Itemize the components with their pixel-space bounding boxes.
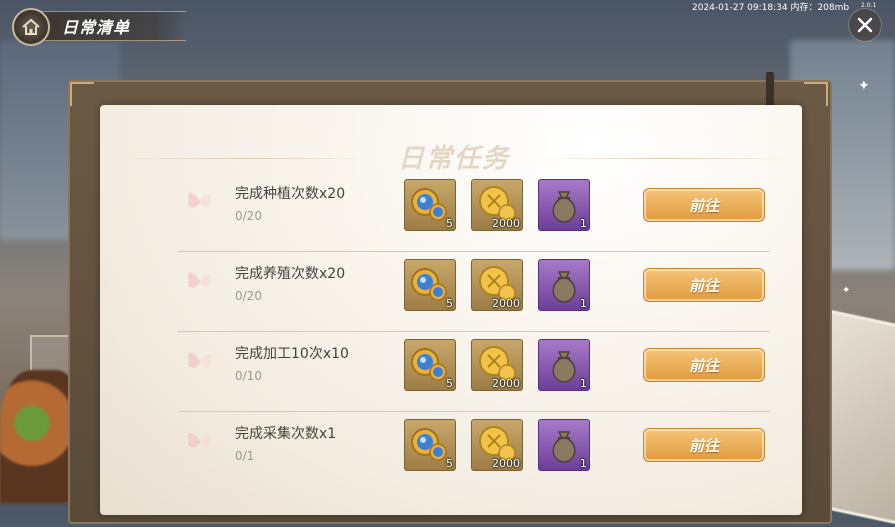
go-button-label: 前往 — [688, 356, 719, 375]
go-button[interactable]: 前往 — [643, 188, 765, 222]
go-button-label: 前往 — [688, 276, 719, 295]
reward-slot[interactable]: 1 — [538, 339, 590, 391]
reward-quantity: 1 — [580, 457, 587, 470]
reward-quantity: 2000 — [492, 457, 520, 470]
reward-slot[interactable]: 5 — [404, 259, 456, 311]
reward-quantity: 5 — [446, 217, 453, 230]
reward-quantity: 1 — [580, 217, 587, 230]
task-row: 完成采集次数x1 0/1 5 2000 1 前往 — [178, 412, 770, 491]
reward-quantity: 2000 — [492, 297, 520, 310]
butterfly-icon — [187, 272, 211, 288]
reward-slot[interactable]: 1 — [538, 259, 590, 311]
go-button-label: 前往 — [688, 436, 719, 455]
reward-quantity: 5 — [446, 377, 453, 390]
butterfly-icon — [187, 192, 211, 208]
reward-quantity: 2000 — [492, 377, 520, 390]
reward-slot[interactable]: 2000 — [471, 259, 523, 311]
board-corner-ornament — [70, 82, 94, 106]
go-button[interactable]: 前往 — [643, 348, 765, 382]
reward-slot[interactable]: 1 — [538, 179, 590, 231]
reward-quantity: 2000 — [492, 217, 520, 230]
task-title: 完成养殖次数x20 — [235, 266, 346, 282]
header-ornament — [540, 158, 790, 159]
butterfly-icon — [187, 432, 211, 448]
reward-quantity: 1 — [580, 297, 587, 310]
task-row: 完成养殖次数x20 0/20 5 2000 1 前往 — [178, 252, 770, 332]
reward-slot[interactable]: 2000 — [471, 179, 523, 231]
reward-slot[interactable]: 5 — [404, 179, 456, 231]
task-progress: 0/1 — [235, 449, 255, 463]
status-text: 2024-01-27 09:18:34 内存：208mb — [692, 3, 850, 13]
task-row: 完成加工10次x10 0/10 5 2000 1 前往 — [178, 332, 770, 412]
sparkle-icon: ✦ — [780, 175, 789, 186]
reward-quantity: 5 — [446, 457, 453, 470]
home-icon — [22, 18, 40, 35]
task-progress: 0/20 — [235, 289, 262, 303]
go-button[interactable]: 前往 — [643, 268, 765, 302]
panel-title: 日常任务 — [398, 144, 511, 174]
reward-slot[interactable]: 2000 — [471, 339, 523, 391]
task-list: 完成种植次数x20 0/20 5 2000 1 前往 完成养殖次数x20 0/2… — [178, 172, 770, 491]
reward-slot[interactable]: 1 — [538, 419, 590, 471]
reward-slot[interactable]: 5 — [404, 419, 456, 471]
go-button[interactable]: 前往 — [643, 428, 765, 462]
task-title: 完成种植次数x20 — [235, 186, 346, 202]
top-bar: 日常清单 2024-01-27 09:18:34 内存：208mb 2.0.1 — [0, 0, 895, 48]
close-button[interactable] — [848, 8, 882, 42]
task-title: 完成采集次数x1 — [235, 426, 337, 442]
close-icon — [857, 17, 873, 33]
butterfly-icon — [187, 352, 211, 368]
reward-quantity: 1 — [580, 377, 587, 390]
task-progress: 0/20 — [235, 209, 262, 223]
sparkle-icon: ✦ — [842, 285, 851, 296]
go-button-label: 前往 — [688, 196, 719, 215]
task-title: 完成加工10次x10 — [235, 346, 349, 362]
sparkle-icon: ✦ — [858, 78, 870, 94]
task-row: 完成种植次数x20 0/20 5 2000 1 前往 — [178, 172, 770, 252]
task-progress: 0/10 — [235, 369, 262, 383]
page-title: 日常清单 — [62, 18, 131, 37]
header-ornament — [120, 158, 370, 159]
reward-slot[interactable]: 2000 — [471, 419, 523, 471]
home-button[interactable] — [12, 8, 50, 46]
reward-slot[interactable]: 5 — [404, 339, 456, 391]
board-corner-ornament — [804, 82, 828, 106]
reward-quantity: 5 — [446, 297, 453, 310]
